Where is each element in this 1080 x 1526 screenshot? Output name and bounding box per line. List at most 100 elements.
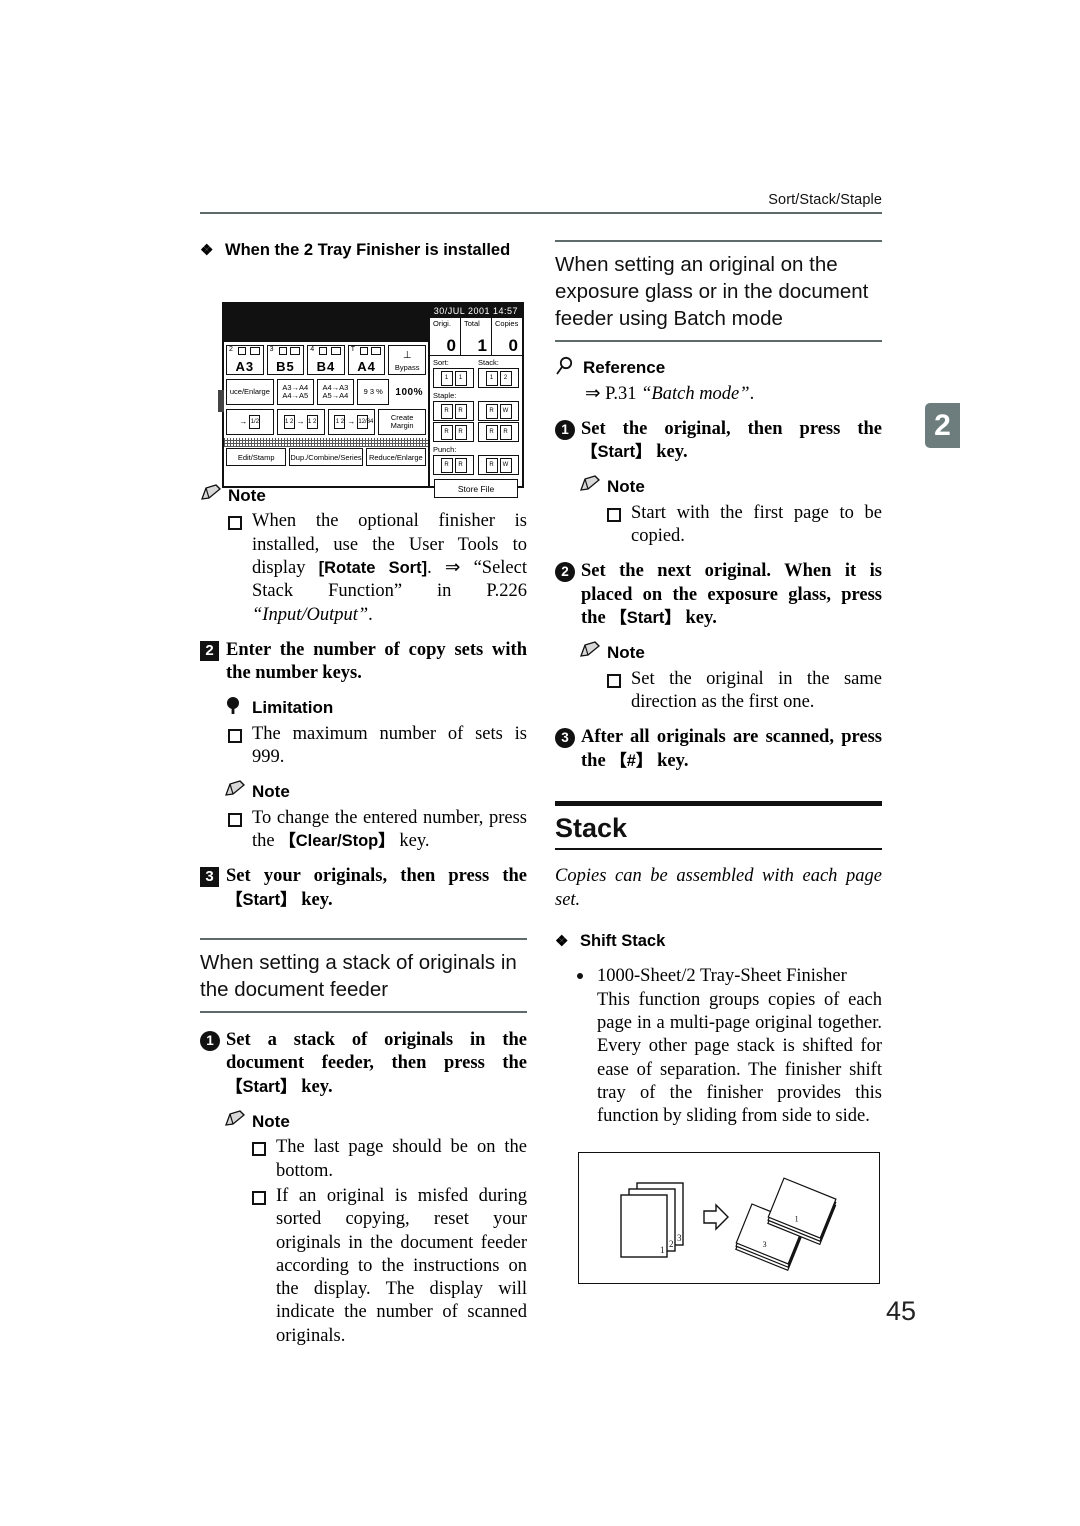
lcd-punch-button-1[interactable]: R R bbox=[433, 455, 474, 475]
lcd-duplex-button-3[interactable]: 1 2 → 12/34 bbox=[327, 409, 376, 435]
lcd-right-area: Origi. 0 Total 1 Copies 0 Sort: 1 1 Stac… bbox=[428, 318, 522, 498]
lcd-tray-size: B5 bbox=[276, 359, 295, 374]
clear-stop-key: 【Clear/Stop】 bbox=[279, 832, 395, 851]
stack-lead-paragraph: Copies can be assembled with each page s… bbox=[555, 866, 882, 911]
start-key: 【Start】 bbox=[226, 890, 297, 909]
lcd-tray-number: 3 bbox=[269, 346, 274, 353]
step-3: 3 Set your originals, then press the 【Sta… bbox=[200, 865, 527, 912]
shift-stack-bullet: 1000-Sheet/2 Tray-Sheet Finisher This fu… bbox=[555, 965, 882, 1128]
lcd-staple-button-3[interactable]: R R bbox=[433, 422, 474, 442]
lcd-tray-number: 2 bbox=[229, 346, 233, 353]
note-label-r1: Note bbox=[579, 475, 882, 497]
lcd-reduce-enlarge-button[interactable]: uce/Enlarge bbox=[226, 379, 274, 405]
paper-portrait-icon bbox=[278, 347, 287, 355]
note-item-same-direction: Set the original in the same direction a… bbox=[555, 668, 882, 715]
square-bullet-icon bbox=[607, 673, 621, 688]
section-stack-feeder: When setting a stack of originals in the… bbox=[200, 937, 527, 1014]
lcd-staple-button-2[interactable]: R W bbox=[478, 401, 519, 421]
lcd-bypass-button[interactable]: ⊥ Bypass bbox=[388, 345, 426, 375]
note-item-misfeed: If an original is misfed during sorted c… bbox=[200, 1185, 527, 1348]
pencil-icon bbox=[579, 641, 603, 661]
svg-text:3: 3 bbox=[677, 1233, 682, 1243]
lcd-left-area: 2 A3 3 B5 4 B4 T A4 ⊥ Bypass uce/Enlarge… bbox=[224, 318, 428, 486]
header-rule bbox=[200, 212, 882, 214]
note-item-first-page-text: Start with the first page to be copied. bbox=[631, 502, 882, 547]
svg-text:2: 2 bbox=[669, 1239, 674, 1249]
lcd-counter-value: 1 bbox=[477, 336, 487, 355]
diamond-bullet-icon: ❖ bbox=[200, 242, 214, 259]
note-item-1-part-d: . bbox=[368, 604, 373, 625]
punch-icon: R bbox=[454, 457, 467, 473]
section-rule-top bbox=[200, 937, 527, 940]
lcd-edit-stamp-button[interactable]: Edit/Stamp bbox=[226, 448, 287, 466]
lcd-ratio-button[interactable]: A4→A3 A5→A4 bbox=[316, 379, 354, 405]
magnifier-icon bbox=[555, 356, 579, 376]
note-item-first-page: Start with the first page to be copied. bbox=[555, 502, 882, 549]
lcd-reduce-enlarge-row: uce/Enlarge A3→A4 A4→A5 A4→A3 A5→A4 9 3 … bbox=[224, 375, 428, 405]
punch-icon: R bbox=[440, 457, 453, 473]
reference-label-text: Reference bbox=[583, 358, 666, 378]
square-bullet-icon bbox=[228, 516, 242, 531]
lcd-store-file-button[interactable]: Store File bbox=[434, 479, 518, 498]
reference-body-text: ⇒ P.31 bbox=[585, 383, 642, 404]
lcd-tray-size: A4 bbox=[357, 359, 376, 374]
lcd-ratio-button[interactable]: A3→A4 A4→A5 bbox=[276, 379, 314, 405]
lcd-bottom-row: Edit/Stamp Dup./Combine/Series Reduce/En… bbox=[224, 447, 428, 466]
lcd-tray-button[interactable]: T A4 bbox=[347, 345, 386, 375]
lcd-counter-label: Total bbox=[464, 319, 480, 328]
duplex-sheet-icon: 12/34 bbox=[357, 415, 373, 429]
start-key: 【Start】 bbox=[226, 1077, 297, 1096]
step-r1-part-b: key. bbox=[651, 442, 688, 463]
lcd-tray-number: T bbox=[350, 346, 356, 353]
lcd-staple-button-4[interactable]: R R bbox=[478, 422, 519, 442]
staple-icon: R bbox=[440, 403, 453, 419]
right-column: When setting an original on the exposure… bbox=[555, 240, 882, 1129]
lcd-tray-button[interactable]: 3 B5 bbox=[266, 345, 305, 375]
lcd-duplex-button-1[interactable]: → 1/2 bbox=[226, 409, 274, 435]
note-item-2-part-b: key. bbox=[394, 831, 430, 852]
duplex-sheet-icon: 1 2 bbox=[283, 415, 295, 429]
hash-key: 【#】 bbox=[610, 751, 653, 770]
lcd-stack-button[interactable]: 1 2 bbox=[478, 368, 519, 388]
limitation-label: Limitation bbox=[224, 697, 527, 718]
step-r2-part-b: key. bbox=[680, 608, 717, 628]
lcd-bypass-label: Bypass bbox=[394, 363, 420, 372]
step-3-part-a: Set your originals, then press the bbox=[226, 866, 527, 887]
lcd-punch-button-2[interactable]: R W bbox=[478, 455, 519, 475]
paper-landscape-icon bbox=[330, 347, 341, 355]
step-3-part-b: key. bbox=[296, 889, 333, 910]
arrow-icon: → bbox=[347, 417, 356, 426]
shift-stack-heading: ❖ Shift Stack bbox=[555, 931, 882, 953]
square-bullet-icon bbox=[228, 728, 242, 743]
lcd-tray-number: 4 bbox=[310, 346, 315, 353]
staple-icon: R bbox=[485, 403, 498, 419]
lcd-create-margin-button[interactable]: Create Margin bbox=[378, 409, 426, 435]
document-page: Sort/Stack/Staple 2 ❖ When the 2 Tray Fi… bbox=[0, 0, 1080, 1526]
svg-text:1: 1 bbox=[795, 1214, 799, 1223]
lcd-tray-row: 2 A3 3 B5 4 B4 T A4 ⊥ Bypass bbox=[224, 342, 428, 375]
note-item-last-page: The last page should be on the bottom. bbox=[200, 1136, 527, 1183]
section-rule-bottom bbox=[200, 1011, 527, 1014]
stack-sheet-icon: 2 bbox=[499, 370, 512, 386]
section-rule-top bbox=[555, 240, 882, 242]
lcd-sort-button[interactable]: 1 1 bbox=[433, 368, 474, 388]
lcd-ratio-button[interactable]: 9 3 % bbox=[356, 379, 390, 405]
lcd-duplex-button-2[interactable]: 1 2 → 1 2 bbox=[276, 409, 325, 435]
lcd-reduce-enlarge-tab-button[interactable]: Reduce/Enlarge bbox=[365, 448, 427, 466]
step-c1-part-a: Set a stack of originals in the document… bbox=[226, 1030, 527, 1074]
reference-body: ⇒ P.31 “Batch mode”. bbox=[585, 383, 882, 406]
staple-icon: W bbox=[499, 403, 512, 419]
lcd-tray-button[interactable]: 2 A3 bbox=[226, 345, 264, 375]
lcd-staple-button-1[interactable]: R R bbox=[433, 401, 474, 421]
chapter-tab: 2 bbox=[925, 403, 960, 448]
lcd-tray-button[interactable]: 4 B4 bbox=[307, 345, 345, 375]
lcd-dup-combine-series-button[interactable]: Dup./Combine/Series bbox=[289, 448, 363, 466]
square-bullet-icon bbox=[607, 507, 621, 522]
duplex-sheet-icon: 1/2 bbox=[249, 415, 261, 429]
step-3-badge: 3 bbox=[200, 867, 219, 888]
lcd-counter-value: 0 bbox=[508, 336, 518, 355]
stack-heading-block: Stack bbox=[555, 800, 882, 851]
note-label-1-text: Note bbox=[228, 485, 266, 505]
start-key: 【Start】 bbox=[581, 443, 652, 462]
note-item-1-part-c: “Input/Output” bbox=[252, 604, 369, 625]
